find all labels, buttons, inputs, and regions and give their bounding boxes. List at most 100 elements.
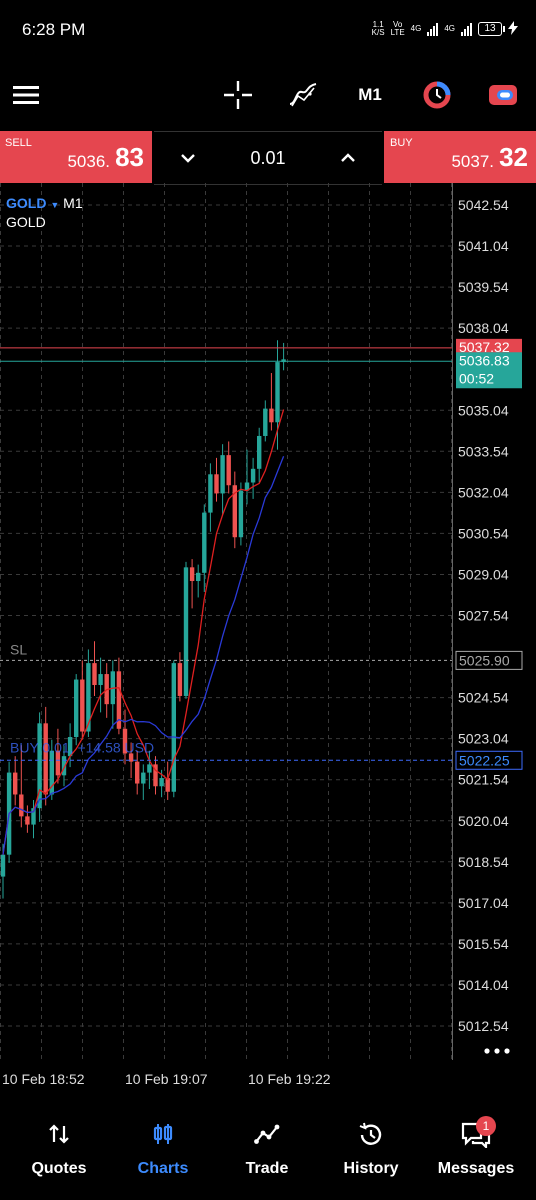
position-label: BUY 0.01, +14.58 USD [10,739,154,755]
timeframe-button[interactable]: M1 [352,78,388,112]
buy-price-big: 32 [499,142,528,172]
candle-body [19,794,24,817]
messages-badge: 1 [476,1116,496,1136]
chevron-up-icon[interactable] [336,146,360,175]
tab-charts[interactable]: Charts [113,1112,213,1192]
symbol-timeframe: M1 [63,195,83,211]
trade-icon [254,1122,280,1151]
candle-body [92,663,97,686]
chart-symbol-label: GOLD ▼ M1 [6,195,83,211]
candle-body [257,435,262,469]
price-axis-label: 5032.04 [458,484,509,500]
price-axis-label: 5017.04 [458,895,509,911]
candle-body [25,816,30,825]
price-axis-label: 5030.54 [458,525,509,541]
candle-body [238,490,244,538]
time-label: 10 Feb 18:52 [2,1071,85,1087]
tab-history[interactable]: History [321,1112,421,1192]
candle-body [220,455,225,494]
candle-body [250,468,256,483]
candle-body [98,674,103,686]
price-axis-label: 5039.54 [458,279,509,295]
candle-body [275,362,280,423]
more-options-icon[interactable] [484,1042,510,1060]
crosshair-icon[interactable] [222,78,254,112]
time-axis: 10 Feb 18:52 10 Feb 19:07 10 Feb 19:22 [0,1068,536,1092]
candle-body [263,408,268,436]
price-axis-label: 5018.54 [458,854,509,870]
sell-price-big: 83 [115,142,144,172]
stop-loss-price-label: 5025.90 [459,652,510,668]
price-axis-label: 5041.04 [458,238,509,254]
candle-body [177,663,183,696]
signal-icon-2 [461,22,472,36]
candle-body [141,772,146,784]
candle-body [74,679,79,738]
price-axis-label: 5035.04 [458,402,509,418]
price-axis-label: 5023.04 [458,731,509,747]
candle-body [147,764,152,773]
price-axis-label: 5012.54 [458,1018,509,1034]
tab-label: History [343,1160,399,1177]
chart-canvas[interactable]: SLBUY 0.01, +14.58 USD5037.325036.8300:5… [0,183,536,1068]
position-price-label: 5022.25 [459,752,510,768]
status-bar: 6:28 PM 1.1 K/S Vo LTE 4G 4G 13 [0,0,536,60]
time-label: 10 Feb 19:07 [125,1071,208,1087]
chart-settings-icon[interactable] [486,78,520,112]
candle-body [171,663,176,792]
candle-body [214,474,219,494]
signal-icon-1 [427,22,439,36]
candle-body [135,761,140,784]
price-axis-label: 5021.54 [458,772,509,788]
candle-body [43,723,48,795]
price-axis-label: 5042.54 [458,197,509,213]
symbol-dropdown-icon[interactable]: ▼ [50,200,59,210]
volte-icon: Vo LTE [390,20,405,37]
candle-countdown-label: 00:52 [459,370,494,386]
sell-label: SELL [5,137,32,149]
symbol-description: GOLD [6,214,46,230]
candle-body [189,567,195,582]
status-time: 6:28 PM [22,20,86,39]
sim1-label: 4G [410,24,422,33]
one-click-trade-panel: SELL 5036. 83 0.01 BUY 5037. 32 [0,131,536,185]
bid-price-label: 5036.83 [459,352,510,368]
price-axis-label: 5014.04 [458,977,509,993]
price-axis-label: 5027.54 [458,608,509,624]
chart-toolbar: M1 [0,60,536,130]
bottom-navigation: Quotes Charts Trade History 1 Messages [0,1100,536,1200]
menu-icon[interactable] [12,78,40,112]
tab-trade[interactable]: Trade [217,1112,317,1192]
price-axis-label: 5015.54 [458,936,509,952]
candle-body [196,572,201,582]
tab-label: Charts [137,1160,189,1177]
candle-body [159,778,164,787]
quotes-icon [47,1122,71,1151]
price-axis-label: 5024.54 [458,690,509,706]
buy-button[interactable]: BUY 5037. 32 [384,131,536,183]
stop-loss-label: SL [10,641,27,657]
lot-size-control: 0.01 [154,131,382,185]
price-axis-label: 5029.04 [458,566,509,582]
tab-messages[interactable]: 1 Messages [426,1112,526,1192]
buy-label: BUY [390,137,413,149]
history-icon [358,1122,384,1153]
price-axis-label: 5033.54 [458,443,509,459]
time-label: 10 Feb 19:22 [248,1071,331,1087]
one-click-trading-icon[interactable] [420,78,454,112]
price-chart[interactable]: SL BUY 0.01, +14.58 USD 5037.32 5036.83 00:5… [0,183,536,1068]
price-axis-label: 5020.04 [458,813,509,829]
candle-body [183,567,189,696]
tab-quotes[interactable]: Quotes [9,1112,109,1192]
buy-price-small: 5037. [451,152,494,171]
status-icons: 1.1 K/S Vo LTE 4G 4G 13 [372,18,518,40]
sell-button[interactable]: SELL 5036. 83 [0,131,152,183]
tab-label: Messages [437,1160,515,1177]
candle-body [208,474,213,513]
sell-price-small: 5036. [67,152,110,171]
charts-icon [151,1122,175,1151]
symbol-name[interactable]: GOLD [6,195,46,211]
price-axis-label: 5038.04 [458,320,509,336]
indicators-icon[interactable] [286,78,320,112]
bolt-icon [508,20,518,38]
